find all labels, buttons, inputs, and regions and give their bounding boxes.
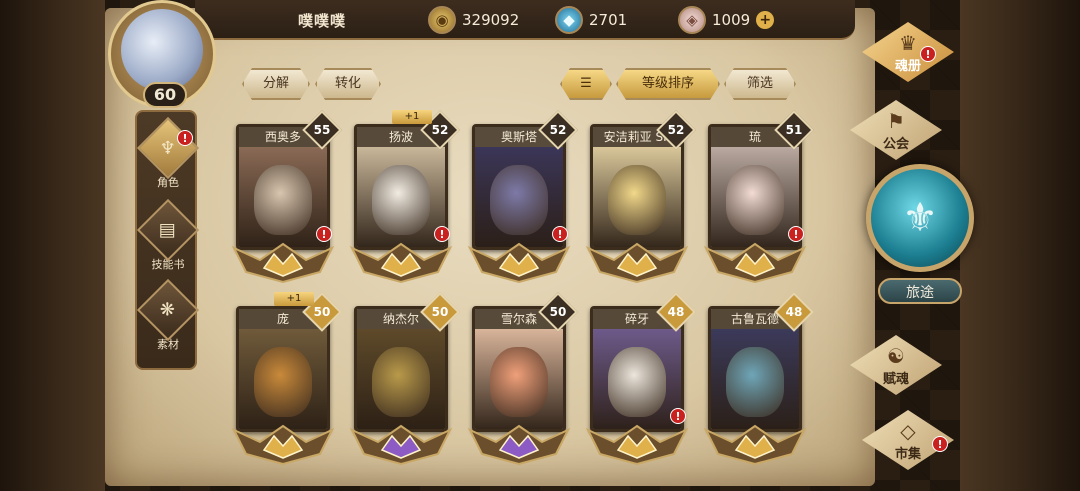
coin-counter: ◉ 329092 [428, 6, 519, 34]
player-name: 噗噗噗 [298, 12, 347, 30]
hero-face [372, 347, 430, 417]
hero-portrait [475, 147, 563, 247]
alert-icon: ! [788, 226, 804, 242]
left-wood-frame [0, 0, 105, 491]
hero-level: 48 [785, 305, 803, 319]
hero-level: 50 [431, 305, 449, 319]
hero-portrait [593, 147, 681, 247]
hero-face [726, 165, 784, 235]
alert-icon: ! [316, 226, 332, 242]
soul-book-button[interactable]: ♛ 魂册 [862, 22, 954, 82]
hero-card[interactable]: 琉 51! [702, 110, 814, 288]
filter-button[interactable]: 筛选 [724, 68, 796, 100]
hero-card[interactable]: 碎牙 48! [584, 292, 696, 470]
avatar-portrait [121, 9, 203, 91]
hero-face [254, 165, 312, 235]
hero-level: 52 [667, 123, 685, 137]
journey-label: 旅途 [878, 278, 962, 304]
hero-card[interactable]: 古鲁瓦德 48 [702, 292, 814, 470]
guild-icon: ⚑ [887, 108, 905, 133]
market-gem-icon: ◇ [900, 418, 916, 443]
sort-toggle-button[interactable]: ☰ [560, 68, 612, 100]
nav-item-skill-book[interactable]: ▤ 技能书 [136, 198, 200, 272]
upgrade-plus-tag: +1 [392, 110, 432, 124]
hero-level: 48 [667, 305, 685, 319]
crystal-value: 2701 [589, 11, 628, 29]
hero-face [608, 165, 666, 235]
guild-label: 公会 [882, 136, 909, 152]
alert-icon: ! [434, 226, 450, 242]
hero-card[interactable]: 雪尔森 50 [466, 292, 578, 470]
hero-card[interactable]: 西奥多 55! [230, 110, 342, 288]
alert-icon: ! [177, 130, 193, 146]
soul-book-icon: ♛ [899, 30, 917, 55]
alert-icon: ! [670, 408, 686, 424]
gem-value: 1009 [712, 11, 751, 29]
upgrade-plus-tag: +1 [274, 292, 314, 306]
rank-crest-icon [231, 424, 335, 466]
hero-portrait [593, 329, 681, 429]
hero-portrait [239, 147, 327, 247]
journey-button[interactable]: ⚜ 旅途 [860, 160, 976, 310]
hero-face [372, 165, 430, 235]
hero-level: 55 [313, 123, 331, 137]
rank-crest-icon [585, 242, 689, 284]
hero-card[interactable]: 扬波 52 +1! [348, 110, 460, 288]
soul-book-label: 魂册 [894, 58, 921, 74]
convert-button[interactable]: 转化 [315, 68, 381, 100]
hero-level: 52 [549, 123, 567, 137]
alert-icon: ! [552, 226, 568, 242]
hero-card[interactable]: 奥斯塔 52! [466, 110, 578, 288]
alert-icon: ! [920, 46, 936, 62]
rank-crest-icon [349, 424, 453, 466]
player-level-badge: 60 [143, 82, 187, 108]
hero-card[interactable]: 庞 50 +1 [230, 292, 342, 470]
hero-portrait [357, 147, 445, 247]
rank-crest-icon [703, 242, 807, 284]
rank-crest-icon [231, 242, 335, 284]
market-label: 市集 [894, 446, 921, 462]
material-icon: ❋ [136, 278, 200, 342]
alert-icon: ! [932, 436, 948, 452]
hero-level: 51 [785, 123, 803, 137]
hero-portrait [711, 147, 799, 247]
talent-swirl-icon: ☯ [887, 343, 905, 368]
gem-icon: ◈ [678, 6, 706, 34]
rank-crest-icon [467, 242, 571, 284]
nav-item-material[interactable]: ❋ 素材 [136, 278, 200, 352]
journey-emblem-icon: ⚜ [866, 164, 974, 272]
hero-face [608, 347, 666, 417]
hero-face [726, 347, 784, 417]
talent-label: 赋魂 [882, 371, 909, 387]
hero-face [254, 347, 312, 417]
level-sort-button[interactable]: 等级排序 [616, 68, 720, 100]
gem-counter: ◈ 1009 + [678, 6, 775, 34]
hero-level: 50 [549, 305, 567, 319]
rank-crest-icon [703, 424, 807, 466]
rank-crest-icon [467, 424, 571, 466]
coin-value: 329092 [462, 11, 520, 29]
hero-face [490, 347, 548, 417]
hero-portrait [475, 329, 563, 429]
crystal-counter: ◆ 2701 [555, 6, 627, 34]
rank-crest-icon [349, 242, 453, 284]
sort-icon: ☰ [580, 76, 592, 91]
character-icon: ♆ [136, 116, 200, 180]
skill-book-icon: ▤ [136, 198, 200, 262]
right-wood-frame [960, 0, 1080, 491]
coin-icon: ◉ [428, 6, 456, 34]
crystal-icon: ◆ [555, 6, 583, 34]
rank-crest-icon [585, 424, 689, 466]
hero-portrait [357, 329, 445, 429]
add-gem-button[interactable]: + [756, 11, 775, 29]
hero-face [490, 165, 548, 235]
hero-portrait [711, 329, 799, 429]
left-nav: ♆ 角色 ! ▤ 技能书 ❋ 素材 [135, 110, 200, 370]
decompose-button[interactable]: 分解 [242, 68, 310, 100]
hero-card[interactable]: 安洁莉亚 SP 52 [584, 110, 696, 288]
hero-portrait [239, 329, 327, 429]
nav-item-character[interactable]: ♆ 角色 ! [136, 116, 200, 190]
hero-card[interactable]: 纳杰尔 50 [348, 292, 460, 470]
